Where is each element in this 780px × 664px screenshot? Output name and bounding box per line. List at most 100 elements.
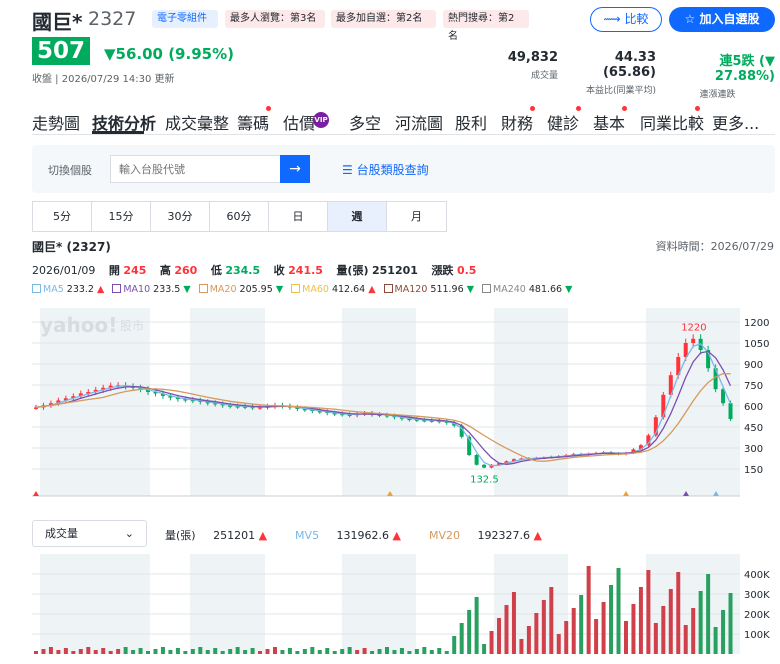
rank-tag[interactable]: 電子零組件 <box>152 10 218 28</box>
category-query-link[interactable]: ☰ 台股類股查詢 <box>342 161 429 178</box>
new-dot <box>695 106 700 111</box>
volume-bar <box>504 605 509 654</box>
volume-bar <box>183 651 188 654</box>
checkbox-icon[interactable] <box>482 284 491 293</box>
volume-legend-item: 量(張) 251201 ▲ <box>165 529 268 542</box>
volume-bar <box>175 648 180 654</box>
ma-item[interactable]: MA5 233.2 ▲ <box>32 284 104 295</box>
indicator-dropdown[interactable]: 成交量 ⌄ <box>32 520 147 547</box>
volume-bar <box>609 585 614 654</box>
volume-bar <box>414 649 419 654</box>
volume-bar <box>108 651 113 654</box>
volume-legend: 量(張) 251201 ▲ MV5 131962.6 ▲ MV20 192327.6… <box>165 527 570 543</box>
ohlc-date: 2026/01/09 <box>32 264 96 277</box>
volume-bar <box>497 618 502 654</box>
ma-label: MA60 <box>302 284 329 295</box>
tab-11[interactable]: 同業比較 <box>640 110 704 134</box>
ohlc-open-value: 245 <box>123 264 147 277</box>
volume-bar <box>146 651 151 654</box>
volume-bar <box>205 650 210 654</box>
search-submit-button[interactable]: → <box>280 155 310 183</box>
tab-6[interactable]: 河流圖 <box>395 110 443 134</box>
volume-bar <box>302 649 307 654</box>
period-6[interactable]: 月 <box>387 202 446 231</box>
tab-5[interactable]: 多空 <box>349 110 381 134</box>
active-tab-indicator <box>92 131 144 134</box>
volume-chart[interactable]: 100K 200K 300K 400K <box>0 554 780 664</box>
ma-label: MA120 <box>394 284 428 295</box>
stock-search-input[interactable] <box>110 155 280 183</box>
period-0[interactable]: 5分 <box>33 202 92 231</box>
checkbox-icon[interactable] <box>198 284 208 293</box>
ma-label: MA10 <box>123 284 151 295</box>
tab-12[interactable]: 更多... <box>712 110 759 134</box>
tab-divider <box>32 134 775 135</box>
volume-tick-label: 300K <box>744 590 770 601</box>
checkbox-icon[interactable] <box>112 284 122 293</box>
checkbox-icon[interactable] <box>383 284 393 293</box>
checkbox-icon[interactable] <box>32 284 41 293</box>
ma-item[interactable]: MA240 481.66 ▼ <box>482 284 572 295</box>
add-watchlist-button[interactable]: ☆ 加入自選股 <box>669 7 775 32</box>
volume-bar <box>474 597 479 654</box>
volume-bar <box>93 650 98 654</box>
volume-bar <box>646 570 651 654</box>
volume-bar <box>258 651 263 654</box>
tab-3[interactable]: 籌碼 <box>237 110 269 134</box>
ohlc-open: 開 245 <box>109 264 146 277</box>
ohlc-open-label: 開 <box>108 264 120 277</box>
tab-7[interactable]: 股利 <box>455 110 487 134</box>
volume-bar <box>190 649 195 654</box>
period-2[interactable]: 30分 <box>151 202 210 231</box>
tab-4[interactable]: 估價 <box>283 110 315 134</box>
volume-bar <box>101 648 106 654</box>
shaded-band <box>342 308 416 496</box>
checkbox-icon[interactable] <box>291 284 301 293</box>
stat-pe: 44.33 (65.86) 本益比(同業平均) <box>560 50 656 96</box>
volume-bar <box>340 649 345 654</box>
volume-bar <box>661 606 666 654</box>
ohlc-low-value: 234.5 <box>225 264 261 277</box>
ma-item[interactable]: MA60 412.64 ▲ <box>291 284 376 295</box>
tab-8[interactable]: 財務 <box>501 110 533 134</box>
ma-item[interactable]: MA120 511.96 ▼ <box>383 284 474 295</box>
list-icon: ☰ <box>342 163 357 177</box>
tab-2[interactable]: 成交彙整 <box>165 110 229 134</box>
volume-bar <box>713 627 718 654</box>
period-5[interactable]: 週 <box>328 202 387 231</box>
tab-10[interactable]: 基本 <box>593 110 625 134</box>
rank-tag: 最多加自選：第2名 <box>331 10 436 28</box>
period-4[interactable]: 日 <box>269 202 328 231</box>
price-chart[interactable]: 150 300 450 600 750 900 1050 1200 yahoo! 股市 1220 13… <box>0 300 780 512</box>
ohlc-change: 漲跌 0.5 <box>431 264 476 277</box>
tab-9[interactable]: 健診 <box>547 110 579 134</box>
volume-bar <box>399 648 404 654</box>
volume-bar <box>683 625 688 654</box>
volume-bar <box>71 651 76 654</box>
volume-bar <box>579 595 584 654</box>
volume-bar <box>519 639 524 654</box>
ma-value: 205.95 <box>239 284 273 295</box>
ma-item[interactable]: MA10 233.5 ▼ <box>112 284 191 295</box>
volume-bar <box>272 647 277 654</box>
new-dot <box>530 106 535 111</box>
tab-0[interactable]: 走勢圖 <box>32 110 80 134</box>
current-price: 507 <box>32 37 91 65</box>
stat-volume: 49,832 成交量 <box>470 50 558 81</box>
volume-bar <box>526 626 531 654</box>
volume-bar <box>556 634 561 654</box>
volume-bar <box>325 648 330 654</box>
ohlc-close: 收 241.5 <box>274 264 323 277</box>
period-1[interactable]: 15分 <box>92 202 151 231</box>
chart-stock-name: 國巨* (2327) <box>32 240 111 254</box>
y-tick-label: 600 <box>744 402 763 413</box>
ma-item[interactable]: MA20 205.95 ▼ <box>198 284 283 295</box>
volume-bar <box>691 608 696 654</box>
volume-bar <box>549 587 554 654</box>
y-tick-label: 150 <box>744 465 763 476</box>
compare-button[interactable]: ⟿ 比較 <box>590 7 662 32</box>
ma-dir: ▼ <box>466 284 474 295</box>
shaded-band <box>190 308 265 496</box>
volume-bar <box>511 592 516 654</box>
period-3[interactable]: 60分 <box>210 202 269 231</box>
